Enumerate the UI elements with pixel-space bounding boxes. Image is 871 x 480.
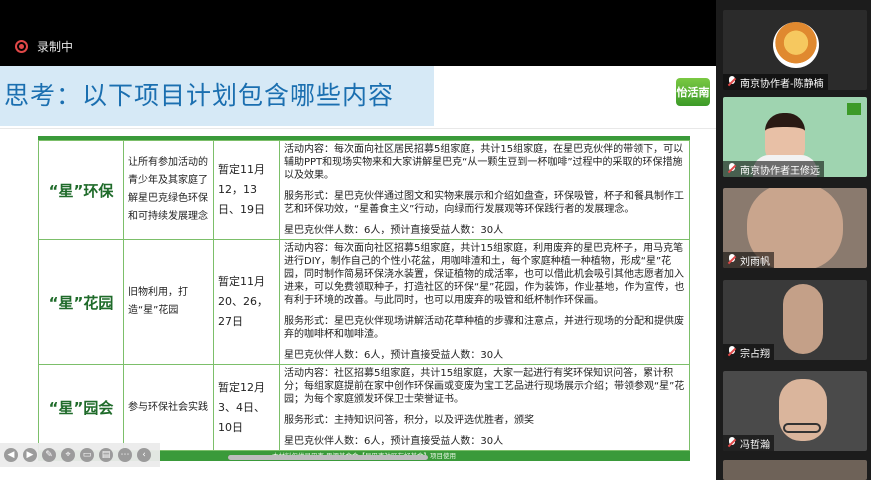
participant-name: 宗占翔 [740, 348, 770, 360]
slide-progress-bar[interactable] [228, 455, 428, 460]
detail-service: 服务形式：主持知识问答，积分，以及评选优胜者，颁奖 [284, 415, 534, 426]
recording-label: 录制中 [37, 40, 74, 54]
table-row: “星”园会 参与环保社会实践 暂定12月3、4日、10日 活动内容：社区招募5组… [38, 364, 690, 451]
detail-content: 活动内容：社区招募5组家庭，共计15组家庭，大家一起进行有奖环保知识问答，累计积… [284, 368, 685, 405]
next-icon[interactable]: ▶ [23, 448, 37, 462]
collapse-icon[interactable]: ‹ [137, 448, 151, 462]
participant-label: 南京协作者-陈静楠 [723, 74, 828, 90]
project-goal: 参与环保社会实践 [123, 364, 214, 451]
participant-name: 刘雨帆 [740, 256, 770, 268]
prev-icon[interactable]: ◀ [4, 448, 18, 462]
mic-muted-icon [727, 254, 737, 266]
project-name: “星”花园 [38, 239, 124, 365]
detail-service: 服务形式：星巴克伙伴现场讲解活动花草种植的步骤和注意点，并进行现场的分配和提供废… [284, 316, 684, 340]
plan-table: “星”环保 让所有参加活动的青少年及其家庭了解星巴克绿色环保和可持续发展理念 暂… [38, 136, 690, 461]
project-goal: 让所有参加活动的青少年及其家庭了解星巴克绿色环保和可持续发展理念 [123, 140, 214, 240]
table-row: “星”环保 让所有参加活动的青少年及其家庭了解星巴克绿色环保和可持续发展理念 暂… [38, 140, 690, 240]
chat-icon[interactable]: ▤ [99, 448, 113, 462]
screen-icon[interactable]: ▭ [80, 448, 94, 462]
recording-bar: 录制中 [0, 0, 716, 66]
shared-slide: 思考：以下项目计划包含哪些内容 怡活南 “星”环保 让所有参加活动的青少年及其家… [0, 66, 716, 480]
video-feed [783, 284, 823, 354]
progress-fill [228, 455, 428, 460]
participant-label: 刘雨帆 [723, 252, 774, 268]
mic-muted-icon [727, 437, 737, 449]
mic-muted-icon [727, 163, 737, 175]
participant-name: 南京协作者王修远 [740, 165, 820, 177]
participant-label: 冯哲瀚 [723, 435, 774, 451]
mic-muted-icon [727, 346, 737, 358]
project-time: 暂定12月3、4日、10日 [213, 364, 280, 451]
detail-service: 服务形式：星巴克伙伴通过图文和实物来展示和介绍如盘查，环保吸管，杯子和餐具制作工… [284, 191, 684, 215]
project-name: “星”园会 [38, 364, 124, 451]
divider [0, 128, 716, 129]
detail-headcount: 星巴克伙伴人数：6人，预计直接受益人数：30人 [284, 225, 504, 236]
participant-tile[interactable]: 刘雨帆 [723, 188, 867, 268]
title-band: 思考：以下项目计划包含哪些内容 [0, 66, 434, 126]
participant-tile[interactable]: 南京协作者王修远 [723, 97, 867, 177]
participant-tile[interactable] [723, 460, 867, 480]
participant-tile[interactable]: 冯哲瀚 [723, 371, 867, 451]
participant-name: 冯哲瀚 [740, 439, 770, 451]
mic-muted-icon [727, 76, 737, 88]
participant-panel: 南京协作者-陈静楠 南京协作者王修远 刘雨帆 宗占翔 冯哲瀚 [716, 0, 871, 480]
project-time: 暂定11月20、26，27日 [213, 239, 280, 365]
detail-content: 活动内容：每次面向社区招募5组家庭，共计15组家庭，利用废弃的星巴克杯子，用马克… [284, 243, 685, 306]
avatar [773, 22, 819, 68]
project-name: “星”环保 [38, 140, 124, 240]
logo-icon [847, 103, 861, 115]
project-goal: 旧物利用，打造“星”花园 [123, 239, 214, 365]
detail-headcount: 星巴克伙伴人数：6人，预计直接受益人数：30人 [284, 436, 504, 447]
detail-content: 活动内容：每次面向社区居民招募5组家庭，共计15组家庭，在星巴克伙伴的带领下，可… [284, 144, 684, 181]
project-detail: 活动内容：社区招募5组家庭，共计15组家庭，大家一起进行有奖环保知识问答，累计积… [279, 364, 690, 451]
slide-title: 思考：以下项目计划包含哪些内容 [4, 81, 395, 110]
recording-indicator[interactable]: 录制中 [15, 38, 73, 55]
meeting-window: { "recording": { "label": "录制中" }, "slid… [0, 0, 871, 480]
record-icon [15, 40, 28, 53]
presentation-toolbar: ◀ ▶ ✎ ⌖ ▭ ▤ ⋯ ‹ [0, 443, 160, 467]
participant-tile[interactable]: 南京协作者-陈静楠 [723, 10, 867, 90]
participant-label: 南京协作者王修远 [723, 161, 824, 177]
pen-icon[interactable]: ✎ [42, 448, 56, 462]
participant-tile[interactable]: 宗占翔 [723, 280, 867, 360]
detail-headcount: 星巴克伙伴人数：6人，预计直接受益人数：30人 [284, 350, 504, 361]
participant-label: 宗占翔 [723, 344, 774, 360]
organization-logo: 怡活南 [676, 78, 710, 106]
pointer-icon[interactable]: ⌖ [61, 448, 75, 462]
project-time: 暂定11月12，13日、19日 [213, 140, 280, 240]
project-detail: 活动内容：每次面向社区居民招募5组家庭，共计15组家庭，在星巴克伙伴的带领下，可… [279, 140, 690, 240]
video-feed-detail [783, 423, 821, 433]
project-detail: 活动内容：每次面向社区招募5组家庭，共计15组家庭，利用废弃的星巴克杯子，用马克… [279, 239, 690, 365]
table-row: “星”花园 旧物利用，打造“星”花园 暂定11月20、26，27日 活动内容：每… [38, 239, 690, 365]
participant-name: 南京协作者-陈静楠 [740, 78, 824, 90]
more-icon[interactable]: ⋯ [118, 448, 132, 462]
